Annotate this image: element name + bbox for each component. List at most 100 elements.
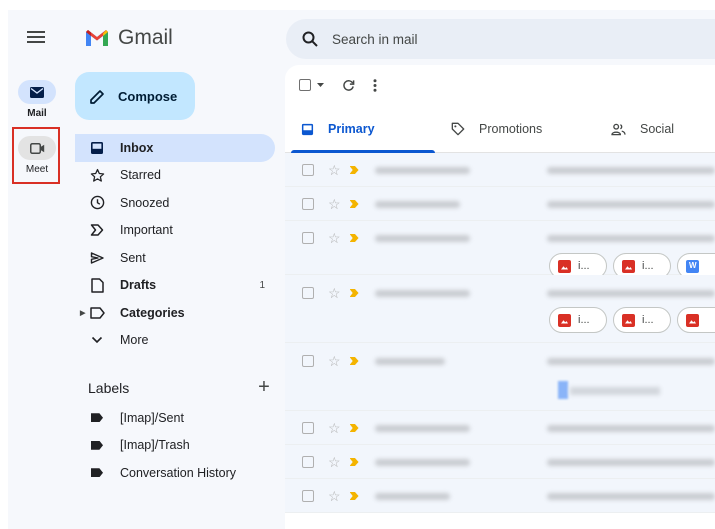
- labels-list: [Imap]/Sent [Imap]/Trash Conversation Hi…: [75, 404, 275, 487]
- clock-icon: [89, 195, 105, 211]
- folder-nav: Inbox Starred Snoozed Important Sent Dra…: [75, 134, 275, 354]
- star-icon[interactable]: ☆: [328, 354, 341, 368]
- star-icon[interactable]: ☆: [328, 455, 341, 469]
- row-checkbox[interactable]: [302, 232, 314, 244]
- email-row[interactable]: ☆: [285, 411, 715, 445]
- attachment-chip[interactable]: [677, 307, 715, 333]
- row-checkbox[interactable]: [302, 422, 314, 434]
- star-icon[interactable]: ☆: [328, 421, 341, 435]
- refresh-icon: [343, 79, 355, 91]
- important-marker-icon[interactable]: [349, 424, 359, 432]
- star-icon[interactable]: ☆: [328, 231, 341, 245]
- star-icon[interactable]: ☆: [328, 489, 341, 503]
- blurred-subject: [547, 201, 715, 208]
- mail-list-panel: Primary Promotions Social ☆ ☆ ☆ i... i..…: [285, 65, 715, 529]
- tab-label: Promotions: [479, 122, 543, 136]
- email-row[interactable]: ☆: [285, 479, 715, 513]
- star-icon[interactable]: ☆: [328, 197, 341, 211]
- blurred-sender: [375, 459, 470, 466]
- category-tabs: Primary Promotions Social: [285, 105, 715, 153]
- expand-caret-icon[interactable]: ▶: [80, 309, 85, 317]
- important-marker-icon[interactable]: [349, 166, 359, 174]
- attachment-chip[interactable]: i...: [549, 307, 607, 333]
- refresh-button[interactable]: [342, 79, 355, 92]
- important-marker-icon[interactable]: [349, 458, 359, 466]
- labels-header: Labels +: [88, 376, 274, 399]
- label-tag-icon: [91, 468, 103, 478]
- blurred-subject: [547, 425, 715, 432]
- more-vert-icon: [373, 78, 377, 92]
- labels-heading: Labels: [88, 379, 130, 396]
- attachment-chips: i... i...: [549, 307, 715, 333]
- important-marker-icon[interactable]: [349, 492, 359, 500]
- nav-item-inbox[interactable]: Inbox: [75, 134, 275, 162]
- star-icon[interactable]: ☆: [328, 286, 341, 300]
- important-marker-icon[interactable]: [349, 200, 359, 208]
- more-options-button[interactable]: [373, 78, 377, 92]
- nav-item-label: Drafts: [120, 278, 157, 293]
- nav-item-categories[interactable]: ▶ Categories: [75, 299, 275, 327]
- inbox-icon: [89, 140, 105, 156]
- dropdown-arrow-icon[interactable]: [317, 83, 324, 87]
- main-menu-icon[interactable]: [24, 28, 48, 48]
- rail-mail-button[interactable]: Mail: [12, 80, 62, 119]
- image-file-icon: [622, 259, 635, 273]
- attachment-name: i...: [578, 314, 590, 326]
- important-marker-icon[interactable]: [349, 234, 359, 242]
- nav-item-label: More: [120, 333, 149, 348]
- row-checkbox[interactable]: [302, 164, 314, 176]
- star-icon: [89, 167, 105, 183]
- row-checkbox[interactable]: [302, 287, 314, 299]
- label-tag-icon: [91, 413, 103, 423]
- email-row[interactable]: ☆: [285, 343, 715, 411]
- app-rail: Mail Meet: [8, 10, 66, 529]
- important-marker-icon[interactable]: [349, 289, 359, 297]
- select-all-checkbox[interactable]: [299, 79, 324, 91]
- row-checkbox[interactable]: [302, 456, 314, 468]
- nav-item-label: Categories: [120, 305, 185, 320]
- nav-item-important[interactable]: Important: [75, 217, 275, 245]
- blurred-sender: [375, 425, 470, 432]
- blurred-sender: [375, 167, 470, 174]
- search-icon[interactable]: [302, 31, 318, 47]
- tab-label: Social: [640, 122, 675, 136]
- email-row[interactable]: ☆ i... i... W: [285, 221, 715, 279]
- row-checkbox[interactable]: [302, 490, 314, 502]
- row-checkbox[interactable]: [302, 355, 314, 367]
- nav-item-sent[interactable]: Sent: [75, 244, 275, 272]
- blurred-preview: [570, 387, 660, 395]
- email-row[interactable]: ☆: [285, 187, 715, 221]
- compose-label: Compose: [118, 88, 178, 104]
- label-item-imap-sent[interactable]: [Imap]/Sent: [75, 404, 275, 432]
- mail-icon: [18, 80, 56, 104]
- nav-item-snoozed[interactable]: Snoozed: [75, 189, 275, 217]
- inbox-icon: [301, 123, 314, 135]
- add-label-button[interactable]: +: [254, 376, 274, 399]
- email-row[interactable]: ☆: [285, 153, 715, 187]
- gmail-m-icon: [86, 30, 108, 46]
- nav-item-more[interactable]: More: [75, 327, 275, 355]
- tab-primary[interactable]: Primary: [285, 105, 435, 153]
- tab-promotions[interactable]: Promotions: [435, 105, 595, 153]
- row-checkbox[interactable]: [302, 198, 314, 210]
- label-item-imap-trash[interactable]: [Imap]/Trash: [75, 432, 275, 460]
- blurred-sender: [375, 235, 470, 242]
- blurred-sender: [375, 493, 450, 500]
- gmail-logo[interactable]: Gmail: [84, 26, 173, 50]
- important-marker-icon[interactable]: [349, 357, 359, 365]
- drafts-count: 1: [259, 279, 265, 291]
- search-bar[interactable]: Search in mail: [286, 19, 715, 59]
- attachment-name: i...: [642, 314, 654, 326]
- nav-item-drafts[interactable]: Drafts 1: [75, 272, 275, 300]
- tab-social[interactable]: Social: [595, 105, 674, 153]
- email-row[interactable]: ☆: [285, 445, 715, 479]
- attachment-chip[interactable]: i...: [613, 307, 671, 333]
- label-tag-icon: [91, 440, 103, 450]
- email-row[interactable]: ☆ i... i...: [285, 275, 715, 343]
- label-item-conversation-history[interactable]: Conversation History: [75, 459, 275, 487]
- label-outline-icon: [89, 305, 105, 321]
- nav-item-starred[interactable]: Starred: [75, 162, 275, 190]
- compose-button[interactable]: Compose: [75, 72, 195, 120]
- star-icon[interactable]: ☆: [328, 163, 341, 177]
- draft-icon: [89, 277, 105, 293]
